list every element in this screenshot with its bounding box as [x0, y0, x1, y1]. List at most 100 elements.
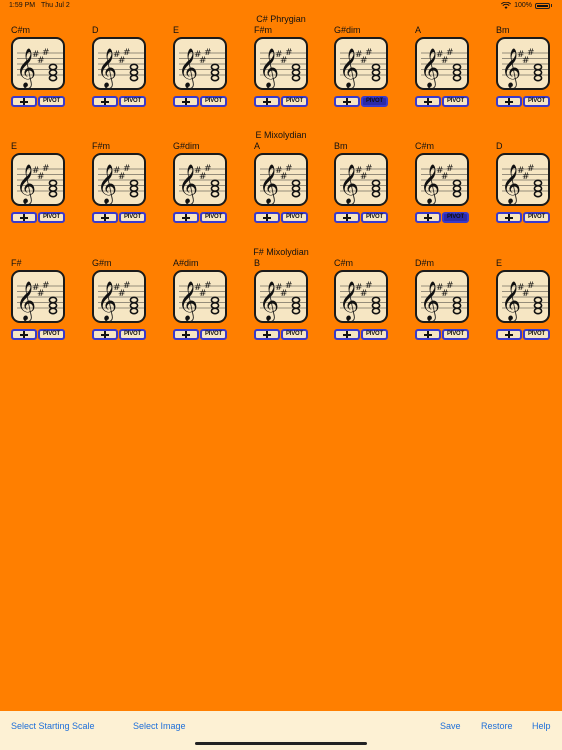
- chord-name: C#m: [415, 141, 435, 151]
- staff-notation-image: 𝄞###: [501, 281, 548, 321]
- pivot-button[interactable]: PIVOT: [200, 329, 227, 340]
- pivot-button[interactable]: PIVOT: [523, 212, 550, 223]
- chord-card[interactable]: 𝄞 # # #: [334, 153, 388, 206]
- add-chord-button[interactable]: [496, 96, 522, 107]
- add-chord-button[interactable]: [92, 329, 118, 340]
- pivot-button[interactable]: PIVOT: [281, 96, 308, 107]
- chord-card[interactable]: 𝄞 # # #: [254, 270, 308, 323]
- add-chord-button[interactable]: [173, 96, 199, 107]
- pivot-button[interactable]: PIVOT: [200, 212, 227, 223]
- pivot-button[interactable]: PIVOT: [361, 96, 388, 107]
- pivot-button[interactable]: PIVOT: [523, 96, 550, 107]
- chord-name: A#dim: [173, 258, 199, 268]
- select-image-button[interactable]: Select Image: [133, 721, 186, 731]
- add-chord-button[interactable]: [334, 329, 360, 340]
- pivot-button[interactable]: PIVOT: [361, 212, 388, 223]
- add-chord-button[interactable]: [92, 96, 118, 107]
- chord-card[interactable]: 𝄞 # # #: [11, 37, 65, 90]
- add-chord-button[interactable]: [496, 212, 522, 223]
- add-chord-button[interactable]: [11, 329, 37, 340]
- pivot-button[interactable]: PIVOT: [442, 329, 469, 340]
- chord-card[interactable]: 𝄞 # # #: [334, 37, 388, 90]
- add-chord-button[interactable]: [173, 329, 199, 340]
- chord-buttons: PIVOT: [254, 329, 308, 340]
- add-chord-button[interactable]: [334, 212, 360, 223]
- chord-card[interactable]: 𝄞 # # #: [415, 270, 469, 323]
- chord-card[interactable]: 𝄞 # # #: [254, 153, 308, 206]
- add-chord-button[interactable]: [415, 329, 441, 340]
- chord-card[interactable]: 𝄞 # # #: [415, 37, 469, 90]
- add-chord-button[interactable]: [92, 212, 118, 223]
- chord-card[interactable]: 𝄞 # # #: [496, 270, 550, 323]
- add-chord-button[interactable]: [496, 329, 522, 340]
- chord-card[interactable]: 𝄞 # # #: [173, 37, 227, 90]
- pivot-button[interactable]: PIVOT: [361, 329, 388, 340]
- select-starting-scale-button[interactable]: Select Starting Scale: [11, 721, 95, 731]
- chord-name: E: [11, 141, 18, 151]
- chord-item: D 𝄞 # # # PIVOT: [496, 141, 558, 251]
- plus-icon-vertical: [104, 214, 106, 221]
- pivot-button[interactable]: PIVOT: [38, 329, 65, 340]
- pivot-button[interactable]: PIVOT: [38, 212, 65, 223]
- chord-card[interactable]: 𝄞 # # #: [415, 153, 469, 206]
- chord-item: A 𝄞 # # # PIVOT: [415, 25, 477, 135]
- chord-card[interactable]: 𝄞 # # #: [334, 270, 388, 323]
- svg-text:#: #: [285, 164, 293, 174]
- save-button[interactable]: Save: [440, 721, 461, 731]
- add-chord-button[interactable]: [11, 96, 37, 107]
- chord-name: Bm: [334, 141, 348, 151]
- pivot-button[interactable]: PIVOT: [119, 96, 146, 107]
- add-chord-button[interactable]: [334, 96, 360, 107]
- staff-notation-image: 𝄞###: [420, 281, 467, 321]
- pivot-button[interactable]: PIVOT: [281, 329, 308, 340]
- staff-notation-image: 𝄞###: [501, 164, 548, 204]
- chord-card[interactable]: 𝄞 # # #: [11, 270, 65, 323]
- svg-text:#: #: [204, 281, 212, 291]
- restore-button[interactable]: Restore: [481, 721, 513, 731]
- svg-text:#: #: [285, 281, 293, 291]
- staff-notation-image: 𝄞###: [16, 164, 63, 204]
- chord-card[interactable]: 𝄞 # # #: [92, 153, 146, 206]
- pivot-button[interactable]: PIVOT: [119, 212, 146, 223]
- add-chord-button[interactable]: [254, 96, 280, 107]
- staff-notation-image: 𝄞###: [178, 164, 225, 204]
- chord-card[interactable]: 𝄞 # # #: [254, 37, 308, 90]
- chord-name: F#m: [254, 25, 272, 35]
- svg-text:#: #: [365, 281, 373, 291]
- chord-item: E 𝄞 # # # PIVOT: [496, 258, 558, 368]
- chord-card[interactable]: 𝄞 # # #: [496, 153, 550, 206]
- pivot-button[interactable]: PIVOT: [523, 329, 550, 340]
- add-chord-button[interactable]: [173, 212, 199, 223]
- chord-item: G#dim 𝄞 # # # PIVOT: [334, 25, 396, 135]
- pivot-button[interactable]: PIVOT: [442, 212, 469, 223]
- chord-card[interactable]: 𝄞 # # #: [173, 153, 227, 206]
- chord-card[interactable]: 𝄞 # # #: [173, 270, 227, 323]
- svg-text:#: #: [446, 48, 454, 58]
- plus-icon-vertical: [427, 214, 429, 221]
- add-chord-button[interactable]: [415, 212, 441, 223]
- chord-item: F# 𝄞 # # # PIVOT: [11, 258, 73, 368]
- chord-buttons: PIVOT: [11, 96, 65, 107]
- svg-text:#: #: [42, 164, 50, 174]
- chord-card[interactable]: 𝄞 # # #: [92, 270, 146, 323]
- add-chord-button[interactable]: [11, 212, 37, 223]
- chord-card[interactable]: 𝄞 # # #: [92, 37, 146, 90]
- plus-icon-vertical: [23, 214, 25, 221]
- chord-item: E 𝄞 # # # PIVOT: [11, 141, 73, 251]
- pivot-button[interactable]: PIVOT: [38, 96, 65, 107]
- pivot-button[interactable]: PIVOT: [119, 329, 146, 340]
- help-button[interactable]: Help: [532, 721, 551, 731]
- plus-icon-vertical: [508, 214, 510, 221]
- pivot-button[interactable]: PIVOT: [200, 96, 227, 107]
- add-chord-button[interactable]: [415, 96, 441, 107]
- add-chord-button[interactable]: [254, 212, 280, 223]
- plus-icon-vertical: [346, 98, 348, 105]
- add-chord-button[interactable]: [254, 329, 280, 340]
- pivot-button[interactable]: PIVOT: [442, 96, 469, 107]
- chord-card[interactable]: 𝄞 # # #: [11, 153, 65, 206]
- chord-name: G#dim: [173, 141, 200, 151]
- chord-item: G#m 𝄞 # # # PIVOT: [92, 258, 154, 368]
- chord-card[interactable]: 𝄞 # # #: [496, 37, 550, 90]
- plus-icon-vertical: [23, 98, 25, 105]
- pivot-button[interactable]: PIVOT: [281, 212, 308, 223]
